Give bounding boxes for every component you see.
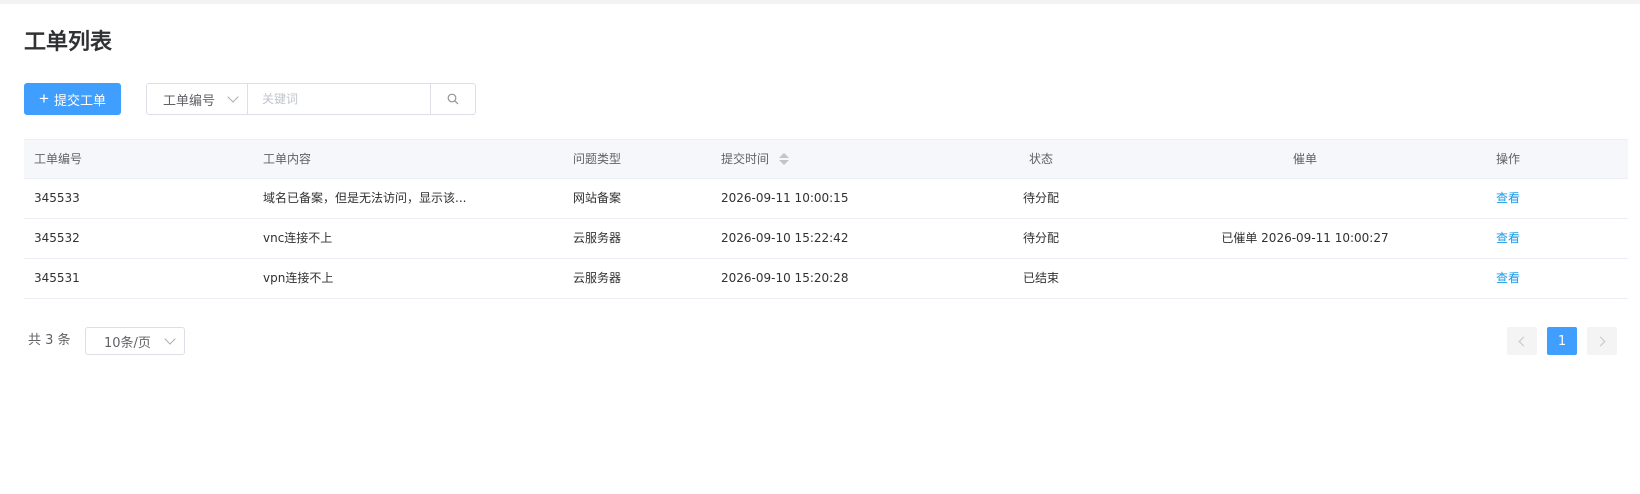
submit-ticket-label: 提交工单 [53,92,106,108]
ticket-content: vpn连接不上 [263,271,334,285]
search-icon [447,93,459,105]
chevron-down-icon [164,332,176,345]
page-size-value: 10条/页 [104,335,151,351]
header-urge: 催单 [1292,152,1317,166]
ticket-urge [1144,259,1466,299]
ticket-urge [1144,179,1466,219]
search-button[interactable] [431,83,476,115]
ticket-type: 网站备案 [573,191,622,205]
search-field-value: 工单编号 [163,93,216,109]
keyword-input[interactable] [247,83,431,115]
ticket-type: 云服务器 [573,231,622,245]
header-status: 状态 [1028,152,1053,166]
header-action: 操作 [1496,152,1521,166]
page-size-select[interactable]: 10条/页 [85,327,185,355]
ticket-content: 域名已备案，但是无法访问，显示该... [263,191,467,205]
sort-icon[interactable] [778,152,789,165]
table-row: 345533 域名已备案，但是无法访问，显示该... 网站备案 2026-09-… [24,179,1628,219]
ticket-type: 云服务器 [573,271,622,285]
top-divider [0,0,1640,4]
submit-ticket-button[interactable]: + 提交工单 [24,83,121,115]
chevron-right-icon [1595,336,1606,346]
ticket-status: 待分配 [1022,191,1059,205]
ticket-table: 工单编号 工单内容 问题类型 提交时间 状态 催单 操作 345533 域名已备… [24,139,1628,299]
header-submit-time[interactable]: 提交时间 [721,140,941,180]
ticket-status: 已结束 [1022,271,1059,285]
ticket-id: 345533 [34,191,80,205]
header-ticket-id: 工单编号 [34,152,83,166]
toolbar: + 提交工单 工单编号 [24,83,1628,115]
ticket-id: 345532 [34,231,80,245]
view-link[interactable]: 查看 [1496,231,1520,245]
chevron-left-icon [1518,336,1529,346]
ticket-id: 345531 [34,271,80,285]
page-title: 工单列表 [24,30,113,55]
header-content: 工单内容 [263,152,312,166]
table-row: 345531 vpn连接不上 云服务器 2026-09-10 15:20:28 … [24,259,1628,299]
prev-page-button[interactable] [1507,327,1537,355]
page-number-1[interactable]: 1 [1547,327,1577,355]
ticket-urge: 已催单 2026-09-11 10:00:27 [1221,231,1389,245]
table-header-row: 工单编号 工单内容 问题类型 提交时间 状态 催单 操作 [24,139,1628,179]
ticket-status: 待分配 [1022,231,1059,245]
header-type: 问题类型 [573,152,622,166]
ticket-time: 2026-09-10 15:20:28 [721,271,849,285]
view-link[interactable]: 查看 [1496,191,1520,205]
chevron-down-icon [227,90,239,103]
search-field-select[interactable]: 工单编号 [146,83,247,115]
ticket-content: vnc连接不上 [263,231,333,245]
next-page-button[interactable] [1587,327,1617,355]
ticket-time: 2026-09-10 15:22:42 [721,231,849,245]
table-row: 345532 vnc连接不上 云服务器 2026-09-10 15:22:42 … [24,219,1628,259]
pagination: 共 3 条 10条/页 1 [24,326,1628,356]
ticket-time: 2026-09-11 10:00:15 [721,191,849,205]
pagination-total: 共 3 条 [28,333,71,348]
search-group: 工单编号 [146,83,476,115]
view-link[interactable]: 查看 [1496,271,1520,285]
header-submit-time-label: 提交时间 [721,152,770,166]
plus-icon: + [39,88,49,108]
